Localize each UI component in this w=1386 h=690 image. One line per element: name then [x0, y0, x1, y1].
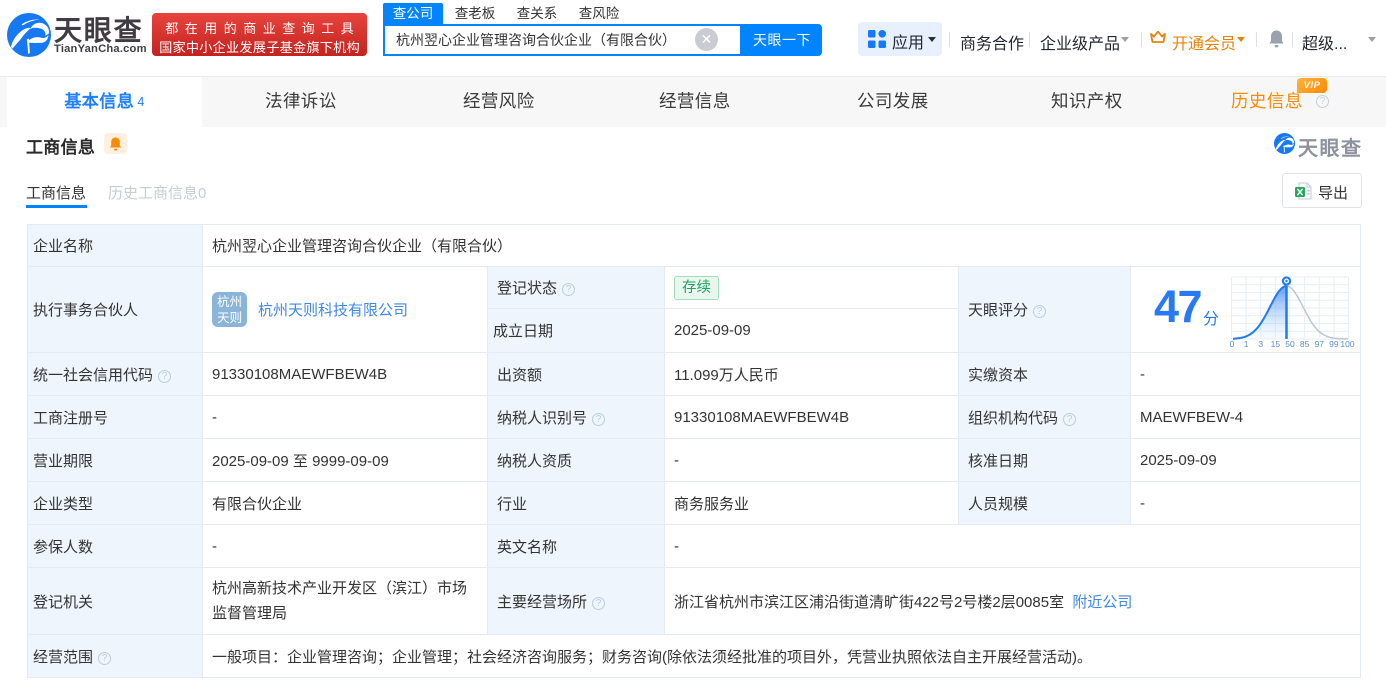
svg-text:0: 0: [1230, 339, 1235, 349]
svg-text:50: 50: [1285, 339, 1295, 349]
svg-text:97: 97: [1315, 339, 1325, 349]
svg-text:99: 99: [1329, 339, 1339, 349]
svg-text:3: 3: [1258, 339, 1263, 349]
svg-text:85: 85: [1300, 339, 1310, 349]
svg-text:100: 100: [1340, 339, 1354, 349]
svg-text:1: 1: [1244, 339, 1249, 349]
svg-text:15: 15: [1271, 339, 1281, 349]
